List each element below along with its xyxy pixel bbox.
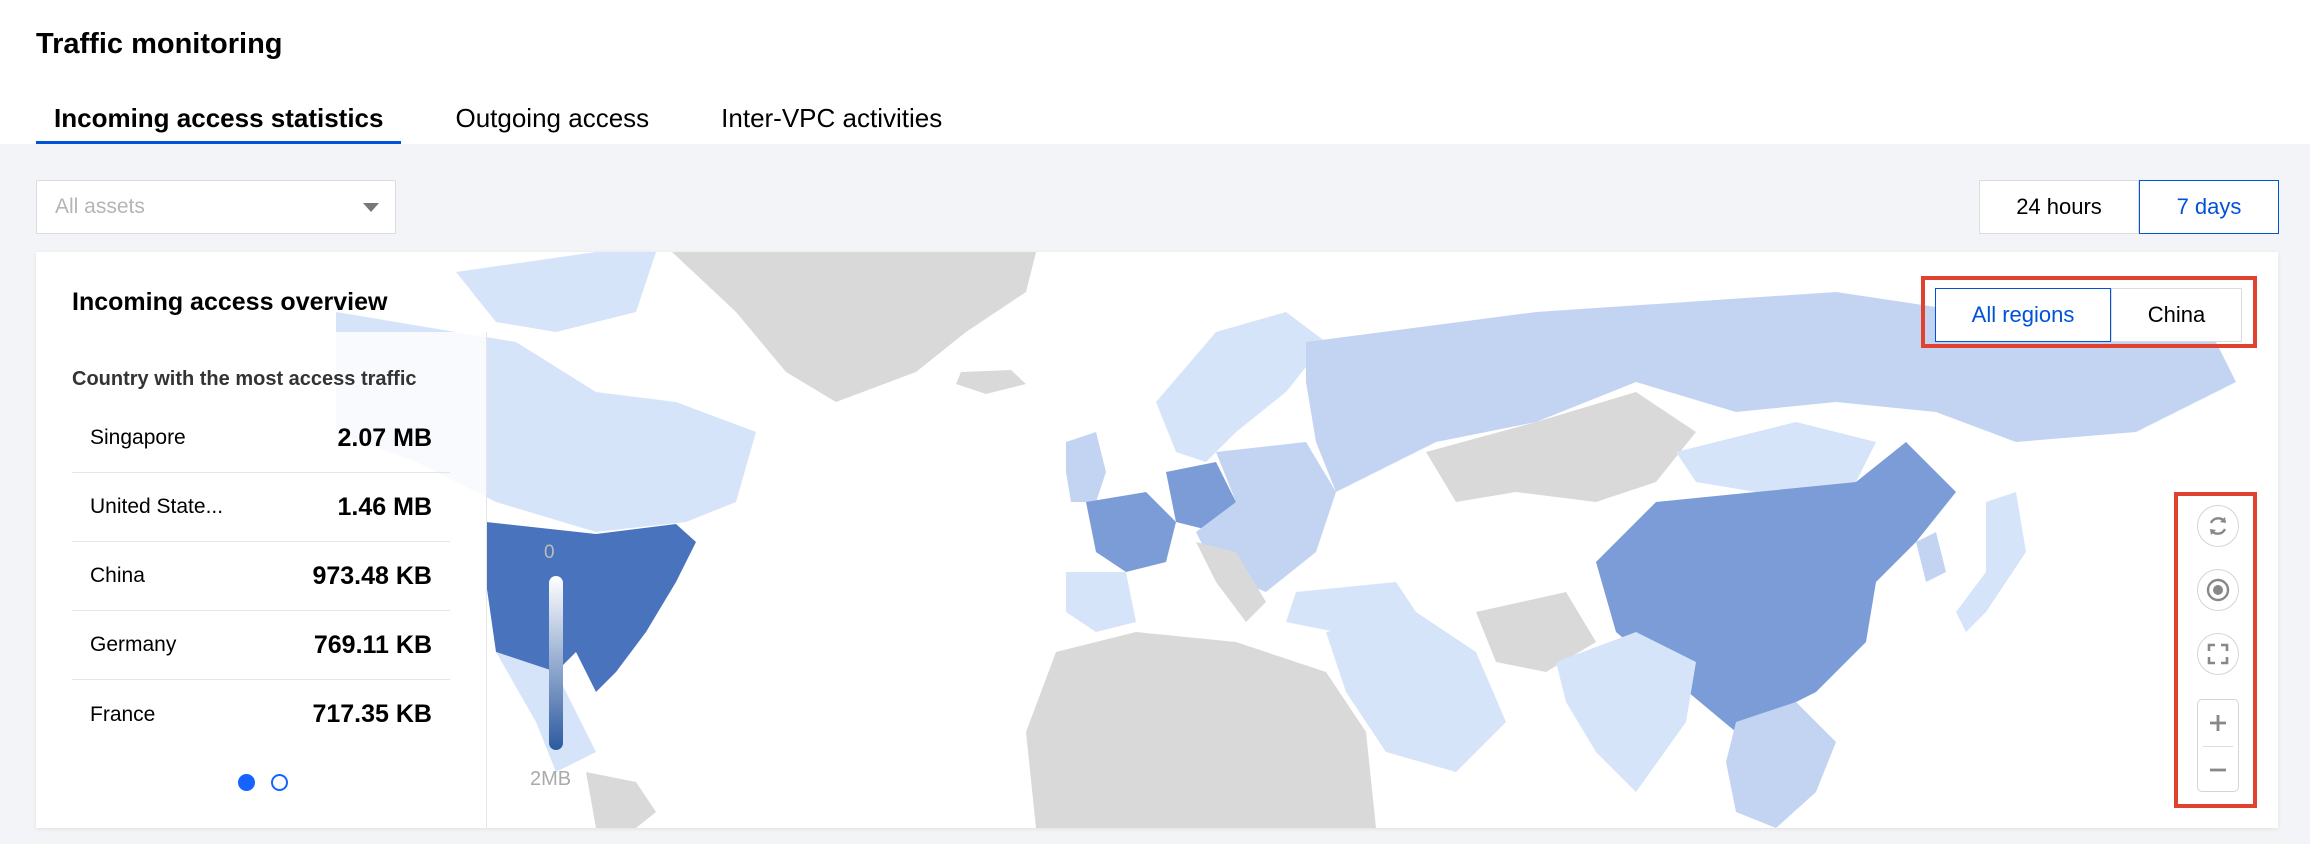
country-name: France [90,702,156,726]
zoom-in-icon [2210,714,2226,731]
country-name: Singapore [90,426,186,449]
country-ranking-heading: Country with the most access traffic [72,368,417,390]
map-card: Incoming access overview Country with th… [36,252,2278,828]
refresh-icon [2209,517,2227,535]
country-name: China [90,564,145,587]
page-title: Traffic monitoring [36,28,283,60]
list-item: Singapore 2.07 MB [72,404,450,473]
country-ranking-panel: Country with the most access traffic Sin… [36,332,487,828]
fullscreen-icon [2207,643,2229,665]
asset-select[interactable]: All assets [36,180,396,234]
locate-icon [2206,578,2230,602]
legend-min-label: 0 [544,542,555,563]
time-7-days-button[interactable]: 7 days [2139,180,2279,234]
country-name: Germany [90,633,177,656]
pagination-dots [238,774,288,791]
list-item: France 717.35 KB [72,680,450,749]
time-24-hours-button[interactable]: 24 hours [1979,180,2139,234]
refresh-button[interactable] [2197,505,2239,547]
asset-select-placeholder: All assets [55,195,145,218]
country-traffic-value: 717.35 KB [312,700,432,728]
list-item: United State... 1.46 MB [72,473,450,542]
tab-bar: Incoming access statistics Outgoing acce… [36,100,996,144]
header-area: Traffic monitoring Incoming access stati… [0,0,2310,144]
region-china-button[interactable]: China [2111,288,2242,342]
zoom-in-button[interactable] [2198,700,2238,745]
time-range-toggle: 24 hours 7 days [1979,180,2279,234]
list-item: Germany 769.11 KB [72,611,450,680]
country-traffic-value: 973.48 KB [312,561,432,590]
legend-max-label: 2MB [530,768,572,790]
zoom-out-icon [2210,768,2226,771]
country-traffic-value: 1.46 MB [337,492,432,521]
region-all-regions-button[interactable]: All regions [1935,288,2111,342]
list-item: China 973.48 KB [72,542,450,611]
page-dot-1[interactable] [238,774,255,791]
page-dot-2[interactable] [271,774,288,791]
zoom-out-button[interactable] [2198,747,2238,792]
country-list: Singapore 2.07 MB United State... 1.46 M… [72,404,450,749]
tab-incoming-access[interactable]: Incoming access statistics [36,100,402,144]
chevron-down-icon [363,203,379,212]
legend-color-scale [549,576,563,750]
country-traffic-value: 2.07 MB [337,423,432,452]
overview-title: Incoming access overview [72,288,388,316]
region-toggle: All regions China [1935,288,2242,342]
country-name: United State... [90,495,224,518]
tab-outgoing-access[interactable]: Outgoing access [437,100,667,144]
fullscreen-button[interactable] [2197,633,2239,675]
country-traffic-value: 769.11 KB [313,630,432,659]
zoom-control [2197,699,2239,792]
locate-button[interactable] [2197,569,2239,611]
tab-inter-vpc[interactable]: Inter-VPC activities [703,100,960,144]
